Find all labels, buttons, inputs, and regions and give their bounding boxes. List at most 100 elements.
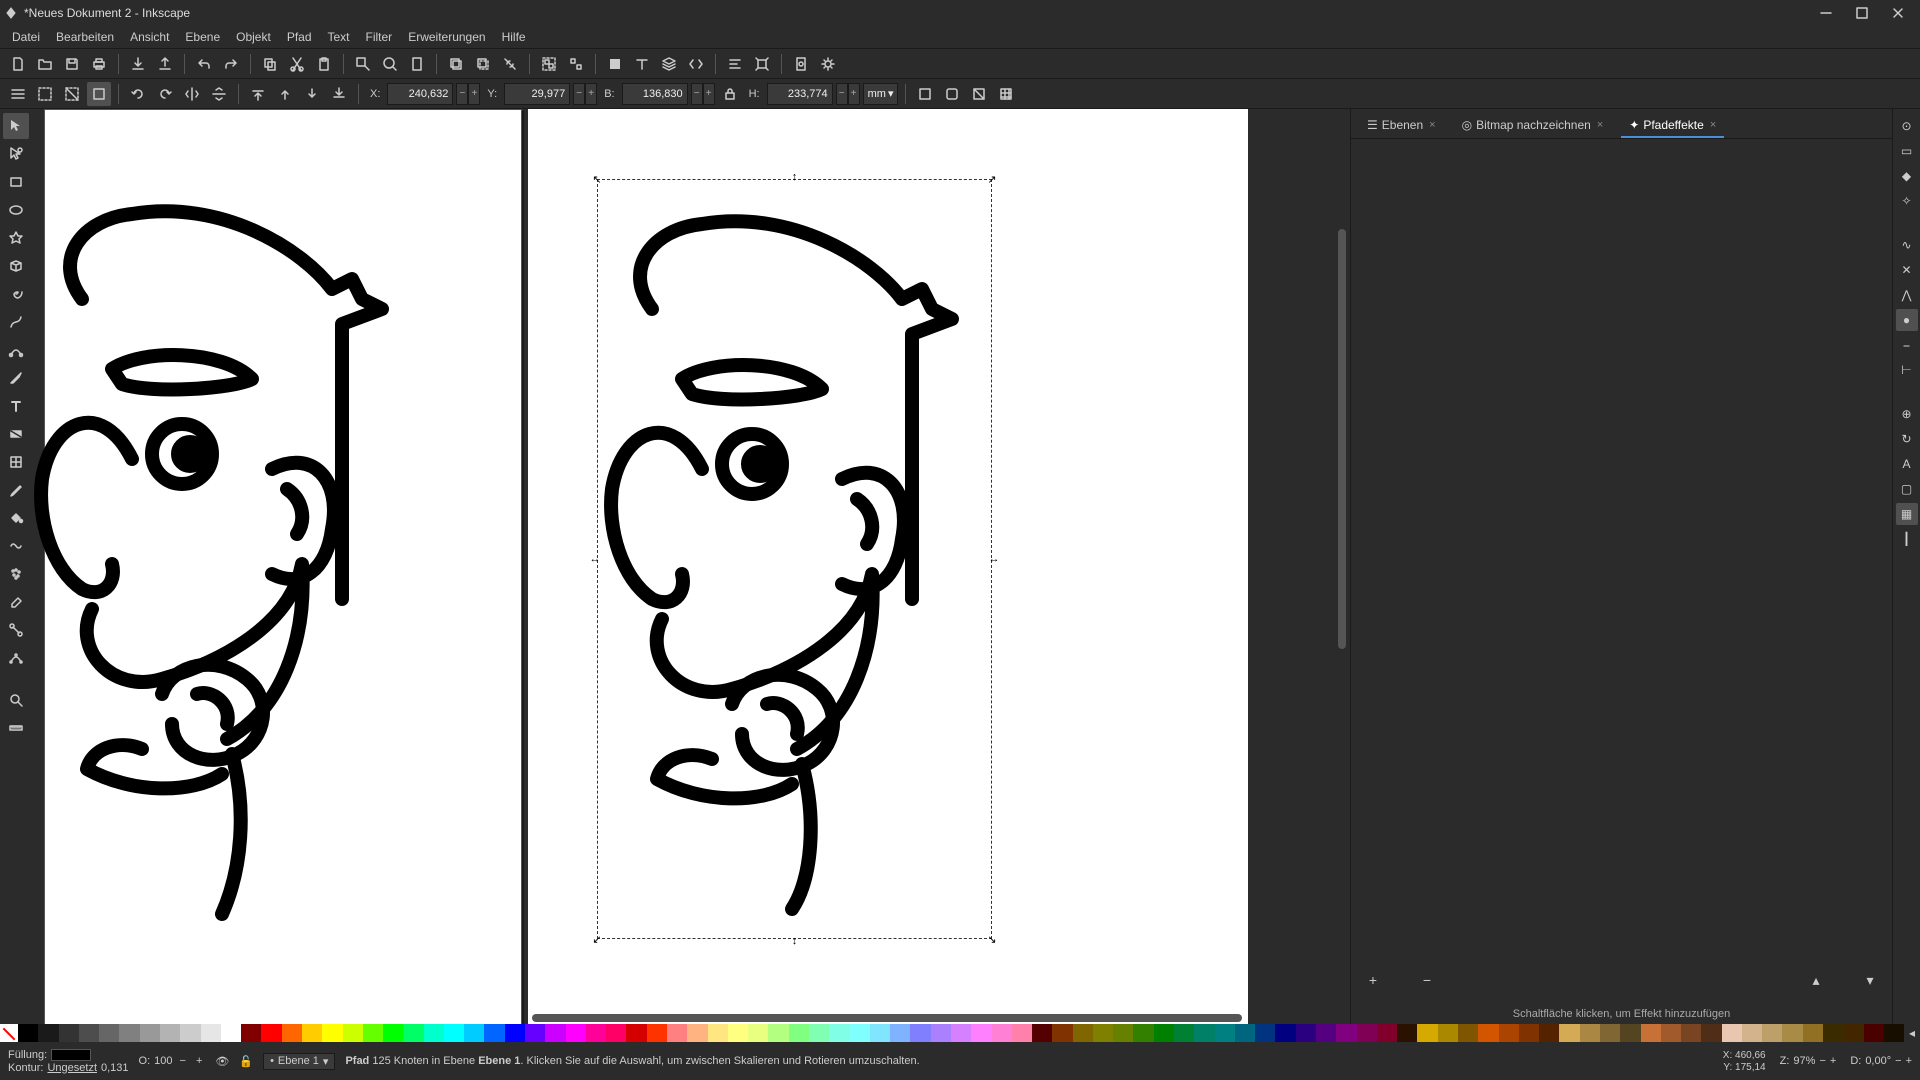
stroke-value[interactable]: Ungesetzt <box>47 1062 97 1074</box>
color-swatch[interactable] <box>1215 1024 1235 1042</box>
color-swatch[interactable] <box>1012 1024 1032 1042</box>
tab-close-icon[interactable]: × <box>1595 119 1603 131</box>
y-input[interactable] <box>504 83 570 105</box>
color-swatch[interactable] <box>302 1024 322 1042</box>
menu-filter[interactable]: Filter <box>358 27 401 47</box>
snap-line-icon[interactable]: ⎯ <box>1896 334 1918 356</box>
width-increment[interactable]: + <box>703 83 715 105</box>
color-swatch[interactable] <box>1255 1024 1275 1042</box>
zoom-selection-button[interactable] <box>351 52 375 76</box>
text-dialog-button[interactable] <box>630 52 654 76</box>
snap-bbox-icon[interactable]: ▭ <box>1896 140 1918 162</box>
color-swatch[interactable] <box>444 1024 464 1042</box>
snap-center-icon[interactable]: ⊕ <box>1896 403 1918 425</box>
menu-object[interactable]: Objekt <box>228 27 279 47</box>
open-document-button[interactable] <box>33 52 57 76</box>
color-swatch[interactable] <box>1600 1024 1620 1042</box>
lpe-down-button[interactable]: ▾ <box>1858 972 1882 989</box>
tweak-tool[interactable] <box>3 533 29 559</box>
color-swatch[interactable] <box>1133 1024 1153 1042</box>
resize-handle-e[interactable]: ↔ <box>989 554 999 564</box>
transform-dialog-button[interactable] <box>750 52 774 76</box>
color-swatch[interactable] <box>424 1024 444 1042</box>
opacity-increment[interactable]: + <box>193 1055 205 1067</box>
menu-view[interactable]: Ansicht <box>122 27 177 47</box>
color-swatch[interactable] <box>687 1024 707 1042</box>
color-swatch[interactable] <box>1336 1024 1356 1042</box>
color-swatch[interactable] <box>221 1024 241 1042</box>
fill-stroke-dialog-button[interactable] <box>603 52 627 76</box>
scale-stroke-button[interactable] <box>913 82 937 106</box>
layers-dialog-button[interactable] <box>657 52 681 76</box>
snap-midpoint-icon[interactable]: ⊢ <box>1896 359 1918 381</box>
width-decrement[interactable]: − <box>691 83 703 105</box>
node-tool[interactable] <box>3 141 29 167</box>
lower-button[interactable] <box>300 82 324 106</box>
color-swatch[interactable] <box>1458 1024 1478 1042</box>
snap-grid-icon[interactable]: ▦ <box>1896 503 1918 525</box>
paint-bucket-tool[interactable] <box>3 505 29 531</box>
color-swatch[interactable] <box>1742 1024 1762 1042</box>
color-swatch[interactable] <box>1620 1024 1640 1042</box>
menu-file[interactable]: Datei <box>4 27 48 47</box>
color-swatch[interactable] <box>241 1024 261 1042</box>
dropper-tool[interactable] <box>3 477 29 503</box>
color-swatch[interactable] <box>850 1024 870 1042</box>
lpe-remove-button[interactable]: − <box>1415 972 1439 988</box>
color-swatch[interactable] <box>626 1024 646 1042</box>
close-button[interactable] <box>1880 0 1916 25</box>
color-swatch[interactable] <box>1296 1024 1316 1042</box>
export-button[interactable] <box>153 52 177 76</box>
resize-handle-ne[interactable]: ↗ <box>987 174 997 184</box>
star-tool[interactable] <box>3 225 29 251</box>
snap-text-icon[interactable]: A <box>1896 453 1918 475</box>
color-swatch[interactable] <box>1194 1024 1214 1042</box>
color-swatch[interactable] <box>261 1024 281 1042</box>
color-swatch[interactable] <box>1701 1024 1721 1042</box>
unit-selector[interactable]: mm▾ <box>863 83 899 105</box>
color-swatch[interactable] <box>951 1024 971 1042</box>
clone-button[interactable] <box>471 52 495 76</box>
color-swatch[interactable] <box>1052 1024 1072 1042</box>
lpe-tool[interactable] <box>3 645 29 671</box>
pencil-tool[interactable] <box>3 309 29 335</box>
menu-help[interactable]: Hilfe <box>494 27 534 47</box>
color-swatch[interactable] <box>768 1024 788 1042</box>
menu-path[interactable]: Pfad <box>279 27 320 47</box>
copy-button[interactable] <box>258 52 282 76</box>
fill-swatch[interactable] <box>51 1049 91 1061</box>
zoom-page-button[interactable] <box>405 52 429 76</box>
toggle-selection-box-button[interactable] <box>87 82 111 106</box>
color-swatch[interactable] <box>1864 1024 1884 1042</box>
rotation-inc-button[interactable]: + <box>1906 1055 1912 1067</box>
color-swatch[interactable] <box>1154 1024 1174 1042</box>
color-swatch[interactable] <box>1235 1024 1255 1042</box>
color-swatch[interactable] <box>1438 1024 1458 1042</box>
resize-handle-se[interactable]: ↘ <box>987 934 997 944</box>
snap-toggle-icon[interactable]: ⊙ <box>1896 115 1918 137</box>
color-swatch[interactable] <box>890 1024 910 1042</box>
color-swatch[interactable] <box>18 1024 38 1042</box>
snap-cusp-icon[interactable]: ⋀ <box>1896 284 1918 306</box>
lpe-up-button[interactable]: ▴ <box>1804 972 1828 989</box>
color-swatch[interactable] <box>1316 1024 1336 1042</box>
opacity-value[interactable]: 100 <box>154 1055 172 1067</box>
color-swatch[interactable] <box>140 1024 160 1042</box>
connector-tool[interactable] <box>3 617 29 643</box>
color-swatch[interactable] <box>870 1024 890 1042</box>
snap-smooth-icon[interactable]: ● <box>1896 309 1918 331</box>
gradient-tool[interactable] <box>3 421 29 447</box>
color-swatch[interactable] <box>484 1024 504 1042</box>
import-button[interactable] <box>126 52 150 76</box>
height-increment[interactable]: + <box>848 83 860 105</box>
calligraphy-tool[interactable] <box>3 365 29 391</box>
x-input[interactable] <box>387 83 453 105</box>
tab-path-effects[interactable]: ✦ Pfadeffekte × <box>1621 114 1724 138</box>
color-swatch[interactable] <box>667 1024 687 1042</box>
color-swatch[interactable] <box>1377 1024 1397 1042</box>
color-swatch[interactable] <box>464 1024 484 1042</box>
flip-vertical-button[interactable] <box>207 82 231 106</box>
color-swatch[interactable] <box>1661 1024 1681 1042</box>
selector-tool[interactable] <box>3 113 29 139</box>
snap-rotation-icon[interactable]: ↻ <box>1896 428 1918 450</box>
